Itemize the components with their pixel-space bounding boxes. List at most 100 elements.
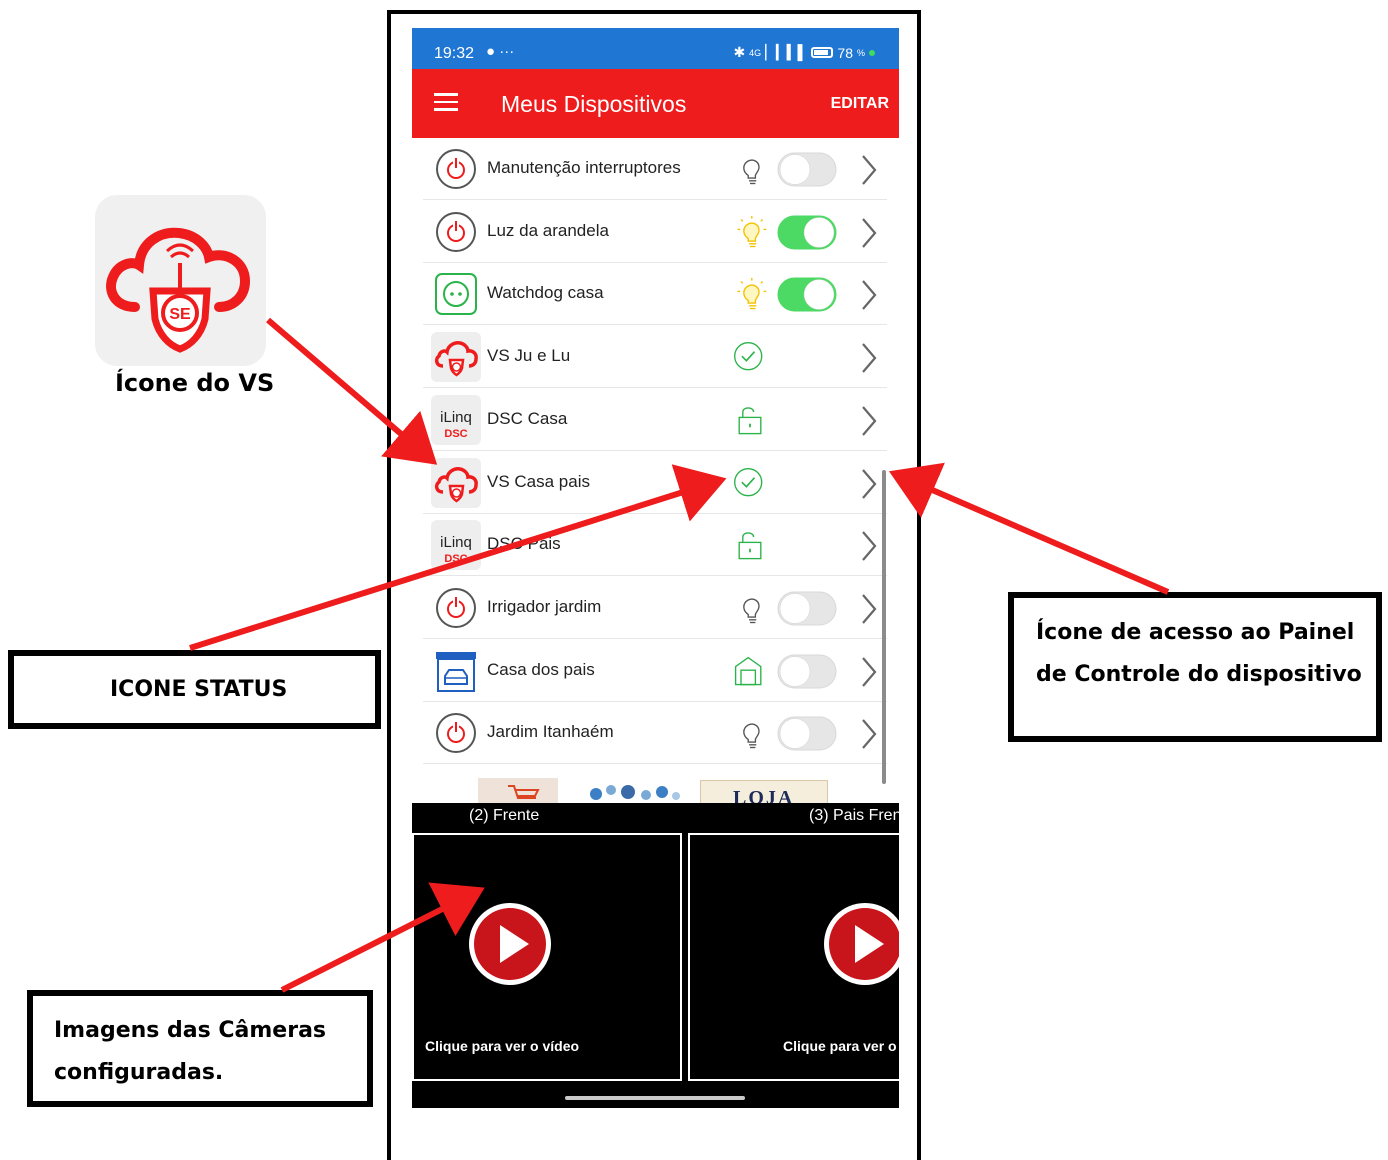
status-right-icons: ✱ 4G ▏▎▍▌ 78% bbox=[733, 44, 875, 61]
hamburger-menu-icon[interactable] bbox=[434, 93, 458, 111]
device-row[interactable]: Casa dos pais bbox=[423, 640, 887, 702]
device-row[interactable]: Jardim Itanhaém bbox=[423, 702, 887, 765]
status-time: 19:32 bbox=[434, 45, 475, 62]
scrollbar[interactable] bbox=[882, 470, 886, 784]
bulb-on-icon bbox=[737, 278, 767, 310]
vs-cloud-icon bbox=[431, 332, 481, 383]
vs-cloud-icon bbox=[431, 457, 481, 508]
device-name: Jardim Itanhaém bbox=[487, 722, 614, 742]
chevron-right-icon[interactable] bbox=[859, 592, 879, 626]
device-row[interactable]: Manutenção interruptores bbox=[423, 138, 887, 200]
chevron-right-icon[interactable] bbox=[859, 153, 879, 187]
battery-icon bbox=[811, 47, 834, 58]
status-callout-text: ICONE STATUS bbox=[110, 677, 288, 702]
power-icon bbox=[436, 211, 476, 252]
notification-icons: ● ··· bbox=[486, 43, 515, 60]
device-name: DSC Pais bbox=[487, 534, 561, 554]
ad-loja-image[interactable]: LOJA bbox=[700, 780, 828, 803]
device-row[interactable]: VS Ju e Lu bbox=[423, 326, 887, 389]
chevron-right-icon[interactable] bbox=[859, 529, 879, 563]
panel-callout: Ícone de acesso ao Painel de Controle do… bbox=[1008, 592, 1382, 742]
device-name: Manutenção interruptores bbox=[487, 158, 681, 177]
ad-loja-text: LOJA bbox=[733, 787, 795, 803]
toggle-switch-off[interactable] bbox=[777, 716, 837, 751]
chevron-right-icon[interactable] bbox=[859, 278, 879, 312]
network-type-label: 4G bbox=[749, 47, 762, 58]
ad-banner[interactable]: LOJA bbox=[478, 778, 828, 803]
chevron-right-icon[interactable] bbox=[859, 655, 879, 689]
signal-icon: ▏▎▍▌ bbox=[765, 44, 808, 60]
svg-text:SE: SE bbox=[169, 306, 191, 323]
bulb-off-icon bbox=[743, 723, 760, 749]
power-icon bbox=[436, 149, 476, 189]
power-icon bbox=[436, 587, 476, 628]
garage-closed-icon bbox=[734, 656, 762, 685]
device-row[interactable]: VS Casa pais bbox=[423, 452, 887, 514]
toggle-switch-off[interactable] bbox=[777, 591, 837, 626]
chevron-right-icon[interactable] bbox=[859, 467, 879, 501]
app-bar: Meus Dispositivos EDITAR bbox=[412, 69, 899, 138]
device-row[interactable]: iLinq DSC DSC Pais bbox=[423, 514, 887, 577]
chevron-right-icon[interactable] bbox=[859, 717, 879, 751]
battery-unit: % bbox=[856, 47, 865, 58]
device-name: VS Ju e Lu bbox=[487, 346, 571, 366]
garage-icon bbox=[436, 651, 476, 692]
check-circle-icon bbox=[734, 467, 763, 496]
status-callout: ICONE STATUS bbox=[8, 650, 381, 729]
svg-text:iLinq: iLinq bbox=[440, 409, 472, 426]
bluetooth-icon: ✱ bbox=[733, 44, 746, 60]
device-row[interactable]: iLinq DSC DSC Casa bbox=[423, 389, 887, 451]
camera-tile[interactable]: Clique para ver o vídeo bbox=[412, 833, 682, 1081]
bulb-off-icon bbox=[743, 159, 760, 185]
camera-tile[interactable]: Clique para ver o vídeo bbox=[688, 833, 899, 1081]
svg-text:DSC: DSC bbox=[444, 428, 467, 440]
chevron-right-icon[interactable] bbox=[859, 404, 879, 438]
page-title: Meus Dispositivos bbox=[501, 91, 687, 117]
chevron-right-icon[interactable] bbox=[859, 216, 879, 250]
camera-title: (3) Pais Frente bbox=[809, 807, 899, 824]
unlocked-icon bbox=[738, 532, 762, 560]
play-icon[interactable] bbox=[467, 901, 553, 987]
bulb-off-icon bbox=[743, 598, 760, 624]
device-row[interactable]: Watchdog casa bbox=[423, 263, 887, 326]
bulb-on-icon bbox=[737, 215, 767, 247]
outlet-icon bbox=[435, 273, 477, 316]
status-bar: 19:32 ● ··· ✱ 4G ▏▎▍▌ 78% bbox=[412, 28, 899, 69]
camera-caption: Clique para ver o vídeo bbox=[783, 1038, 899, 1054]
svg-text:iLinq: iLinq bbox=[440, 534, 472, 551]
iling-dsc-icon: iLinq DSC bbox=[431, 520, 481, 571]
vs-icon-caption: Ícone do VS bbox=[115, 369, 275, 397]
play-icon[interactable] bbox=[822, 901, 899, 987]
home-indicator[interactable] bbox=[565, 1096, 745, 1100]
device-row[interactable]: Luz da arandela bbox=[423, 201, 887, 263]
device-name: Watchdog casa bbox=[487, 283, 604, 303]
camera-title: (2) Frente bbox=[469, 807, 540, 824]
battery-level: 78 bbox=[837, 44, 853, 61]
toggle-switch-off[interactable] bbox=[777, 152, 837, 187]
cameras-callout: Imagens das Câmeras configuradas. bbox=[27, 990, 373, 1107]
cameras-callout-text: Imagens das Câmeras configuradas. bbox=[54, 1018, 327, 1085]
device-name: Luz da arandela bbox=[487, 220, 609, 240]
vs-app-icon: SE bbox=[95, 195, 266, 366]
toggle-switch-off[interactable] bbox=[777, 654, 837, 689]
ad-tech-image[interactable] bbox=[576, 780, 686, 803]
unlocked-icon bbox=[738, 407, 762, 435]
ad-cart-image[interactable] bbox=[478, 778, 558, 803]
svg-text:DSC: DSC bbox=[444, 553, 467, 565]
toggle-switch-on[interactable] bbox=[777, 215, 837, 250]
check-circle-icon bbox=[734, 342, 763, 371]
device-name: Irrigador jardim bbox=[487, 596, 602, 616]
toggle-switch-on[interactable] bbox=[777, 277, 837, 312]
device-name: DSC Casa bbox=[487, 408, 568, 428]
panel-callout-text: Ícone de acesso ao Painel de Controle do… bbox=[1036, 620, 1362, 687]
device-name: VS Casa pais bbox=[487, 471, 590, 491]
device-name: Casa dos pais bbox=[487, 659, 595, 679]
edit-button[interactable]: EDITAR bbox=[831, 95, 889, 113]
power-icon bbox=[436, 713, 476, 754]
camera-area: (2) Frente (3) Pais Frente Clique para v… bbox=[412, 803, 899, 1108]
device-row[interactable]: Irrigador jardim bbox=[423, 577, 887, 639]
iling-dsc-icon: iLinq DSC bbox=[431, 394, 481, 445]
arrow-to-chevron bbox=[888, 462, 1170, 595]
camera-caption: Clique para ver o vídeo bbox=[425, 1038, 580, 1054]
chevron-right-icon[interactable] bbox=[859, 341, 879, 375]
